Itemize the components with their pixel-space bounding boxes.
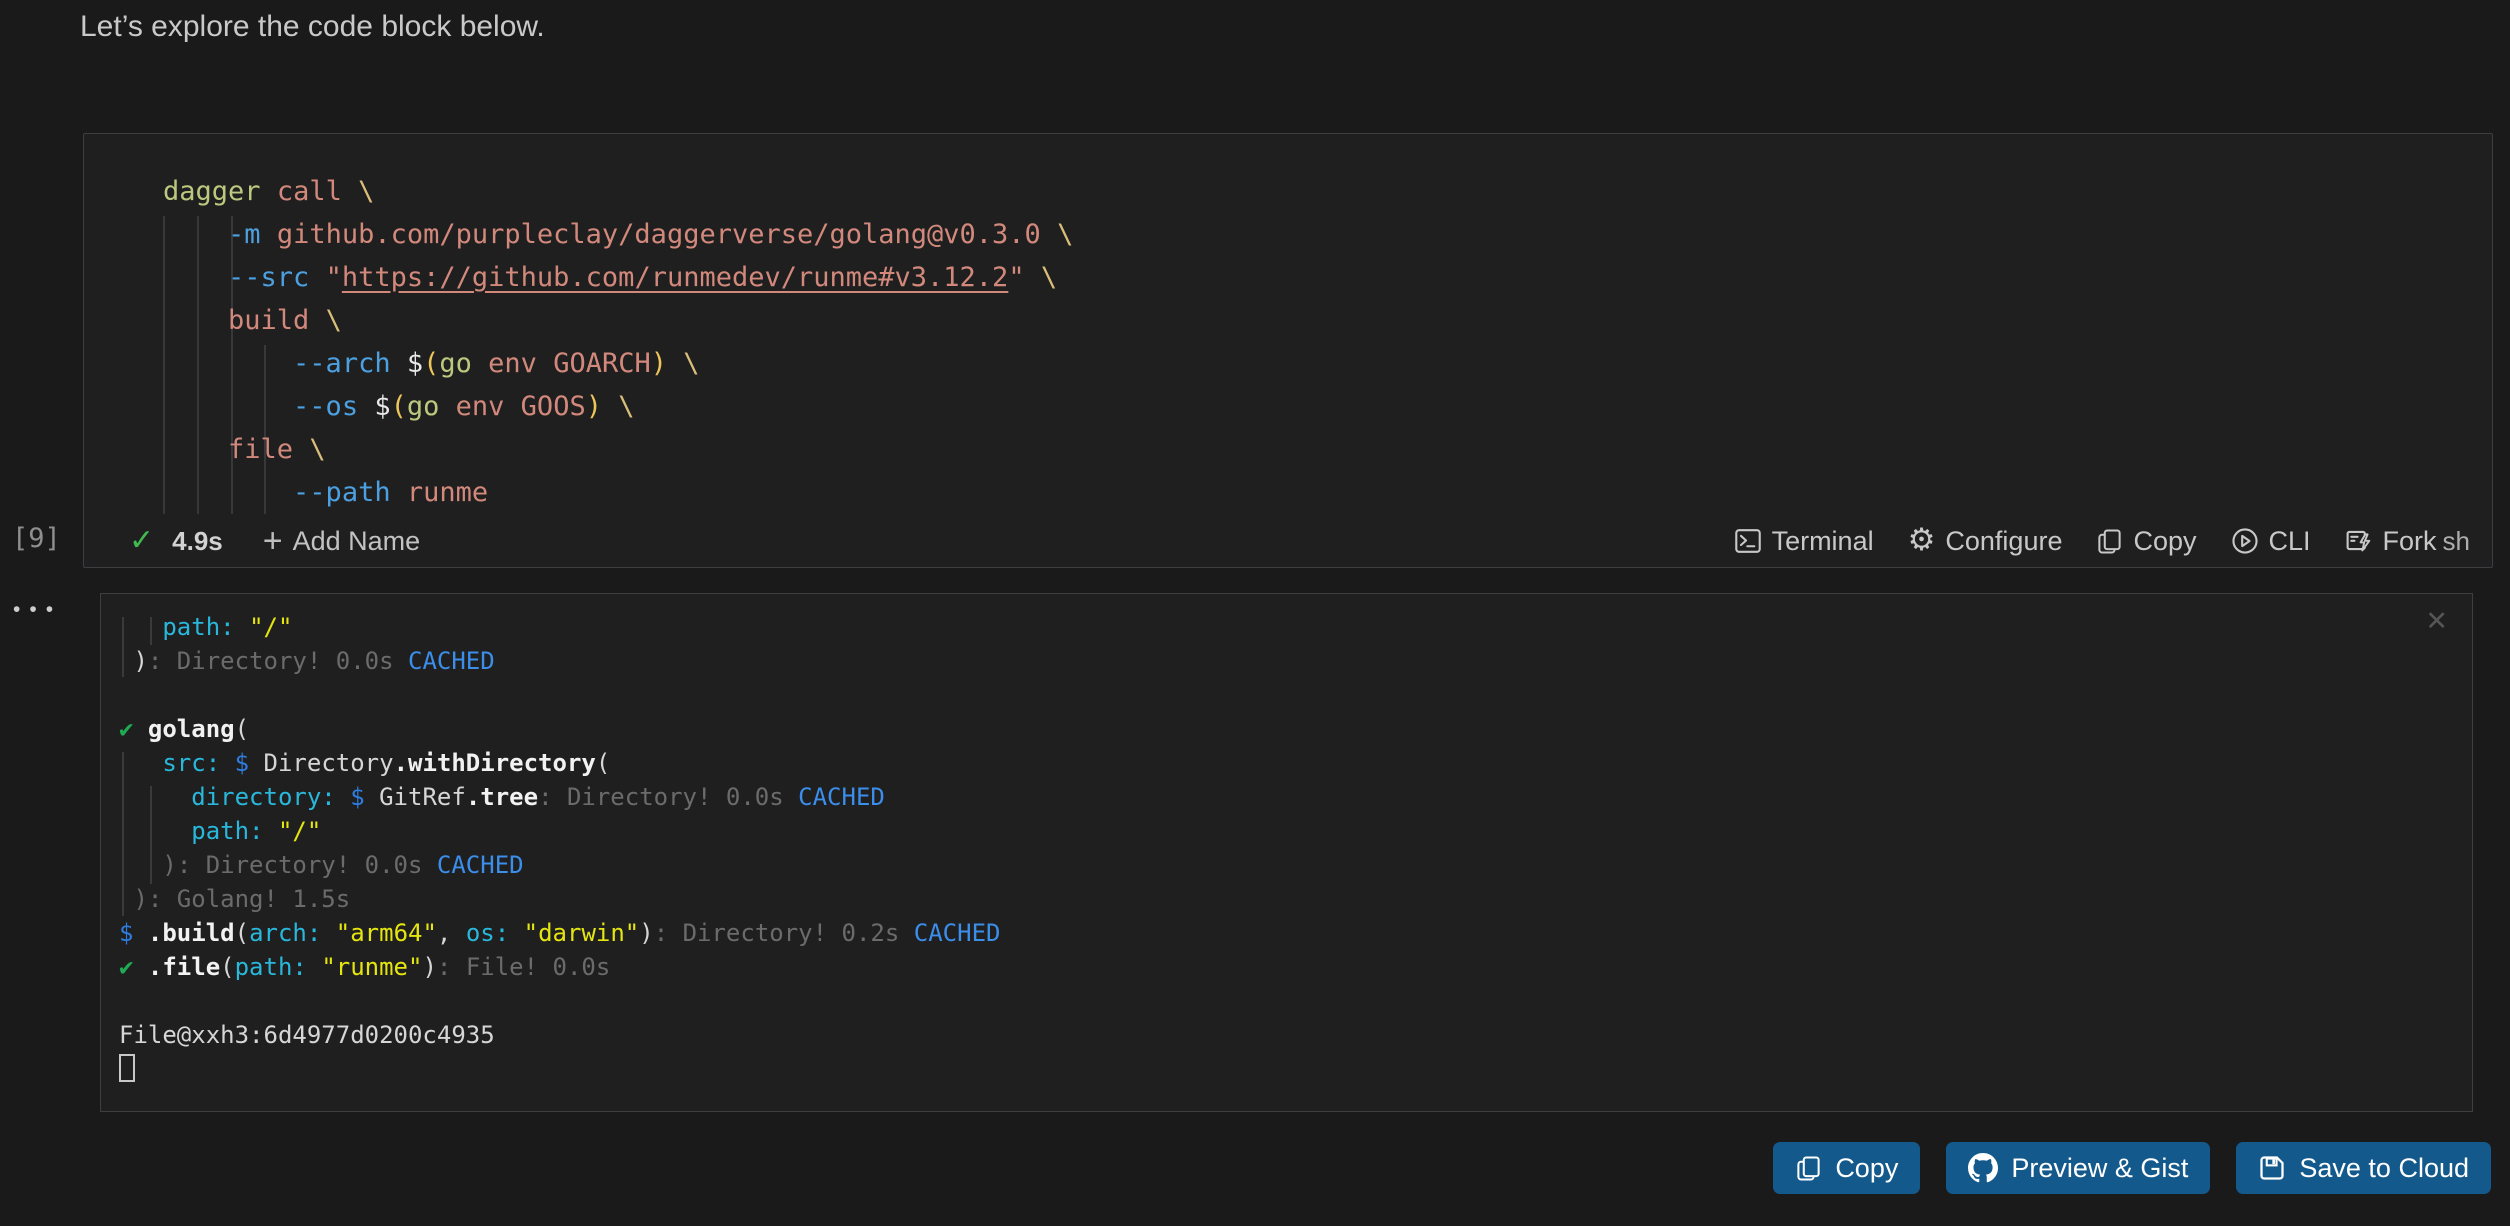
terminal-icon — [1734, 527, 1762, 555]
output-cell: ✕ path: "/" ): Directory! 0.0s CACHED ✔ … — [100, 593, 2473, 1112]
execution-count: [9] — [12, 523, 61, 554]
save-icon — [2258, 1154, 2286, 1182]
output-line: path: "/" — [119, 610, 2472, 644]
fork-icon — [2345, 527, 2373, 555]
code-line: file \ — [163, 428, 2492, 471]
notebook-page: Let’s explore the code block below. [9] … — [0, 0, 2510, 1226]
output-line: $ .build(arch: "arm64", os: "darwin"): D… — [119, 916, 2472, 950]
footer-buttons: Copy Preview & Gist Save to Cloud — [1773, 1142, 2491, 1194]
output-line: ✔ golang( — [119, 712, 2472, 746]
cell-actions-ellipsis[interactable]: ••• — [13, 598, 62, 622]
add-name-label: Add Name — [293, 526, 421, 557]
footer-button-label: Copy — [1835, 1153, 1898, 1184]
output-line: ): Directory! 0.0s CACHED — [119, 848, 2472, 882]
code-line: -m github.com/purpleclay/daggerverse/gol… — [163, 213, 2492, 256]
output-line — [119, 1052, 2472, 1086]
output-line: ✔ .file(path: "runme"): File! 0.0s — [119, 950, 2472, 984]
code-line: --path runme — [163, 471, 2492, 514]
toolbar-item-label: Fork — [2383, 526, 2437, 557]
cli-button[interactable]: CLI — [2231, 526, 2311, 557]
code-line: dagger call \ — [163, 170, 2492, 213]
success-check-icon: ✓ — [129, 526, 154, 556]
terminal-button[interactable]: Terminal — [1734, 526, 1874, 557]
intro-text: Let’s explore the code block below. — [80, 10, 545, 44]
language-label: sh — [2443, 526, 2470, 557]
code-line: build \ — [163, 299, 2492, 342]
output-line: path: "/" — [119, 814, 2472, 848]
footer-button-label: Preview & Gist — [2011, 1153, 2188, 1184]
code-line: --arch $(go env GOARCH) \ — [163, 342, 2492, 385]
copy-button[interactable]: Copy — [1773, 1142, 1920, 1194]
configure-button[interactable]: ⚙ Configure — [1908, 525, 2063, 557]
execution-duration: 4.9s — [172, 526, 223, 557]
add-name-button[interactable]: + Add Name — [263, 524, 420, 558]
footer-button-label: Save to Cloud — [2299, 1153, 2469, 1184]
status-left: ✓ 4.9s + Add Name — [129, 524, 420, 558]
output-line: src: $ Directory.withDirectory( — [119, 746, 2472, 780]
code-cell: dagger call \ -m github.com/purpleclay/d… — [83, 133, 2493, 568]
output-line — [119, 984, 2472, 1018]
copy-icon — [2096, 528, 2123, 555]
plus-icon: + — [263, 524, 283, 558]
code-line: --os $(go env GOOS) \ — [163, 385, 2492, 428]
github-icon — [1968, 1153, 1998, 1183]
output-line: ): Golang! 1.5s — [119, 882, 2472, 916]
toolbar-item-label: Copy — [2133, 526, 2196, 557]
save-to-cloud-button[interactable]: Save to Cloud — [2236, 1142, 2491, 1194]
toolbar-item-label: Terminal — [1772, 526, 1874, 557]
toolbar-item-label: CLI — [2269, 526, 2311, 557]
code-content: dagger call \ -m github.com/purpleclay/d… — [84, 134, 2492, 514]
output-line: File@xxh3:6d4977d0200c4935 — [119, 1018, 2472, 1052]
toolbar-item-label: Configure — [1945, 526, 2062, 557]
output-line: ): Directory! 0.0s CACHED — [119, 644, 2472, 678]
close-icon[interactable]: ✕ — [2425, 608, 2448, 635]
cell-status-bar: ✓ 4.9s + Add Name Terminal ⚙ Configure Copy… — [84, 519, 2492, 567]
terminal-output[interactable]: path: "/" ): Directory! 0.0s CACHED ✔ go… — [101, 594, 2472, 1086]
terminal-cursor — [119, 1054, 135, 1082]
code-line: --src "https://github.com/runmedev/runme… — [163, 256, 2492, 299]
copy-button[interactable]: Copy — [2096, 526, 2196, 557]
fork-button[interactable]: Fork — [2345, 526, 2437, 557]
gear-icon: ⚙ — [1908, 525, 1936, 557]
code-editor[interactable]: dagger call \ -m github.com/purpleclay/d… — [84, 134, 2492, 521]
output-line — [119, 678, 2472, 712]
cell-toolbar: Terminal ⚙ Configure Copy CLI Fork — [1734, 525, 2437, 557]
preview-gist-button[interactable]: Preview & Gist — [1946, 1142, 2210, 1194]
output-line: directory: $ GitRef.tree: Directory! 0.0… — [119, 780, 2472, 814]
play-circle-icon — [2231, 527, 2259, 555]
copy-icon — [1795, 1155, 1822, 1182]
